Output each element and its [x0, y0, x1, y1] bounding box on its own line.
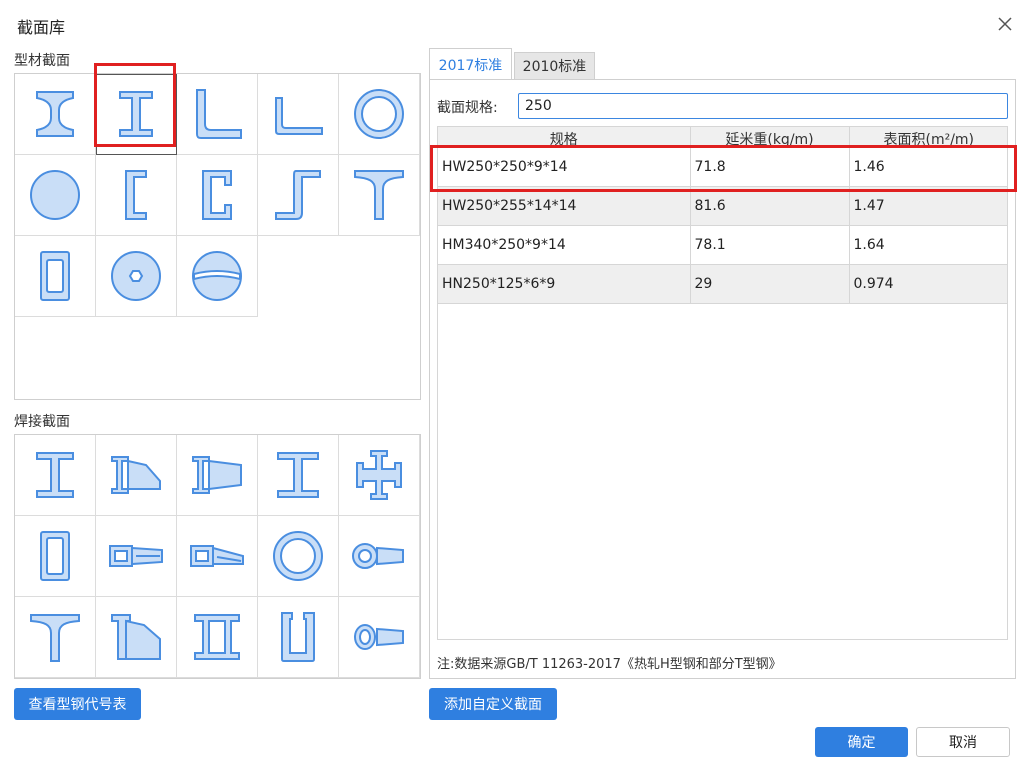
selection-highlight — [94, 63, 176, 147]
cell-weight: 29 — [690, 264, 850, 304]
close-icon[interactable] — [994, 13, 1016, 35]
row-highlight — [430, 145, 1017, 192]
spec-filter-label: 截面规格: — [437, 100, 498, 116]
angle-equal-icon[interactable] — [177, 74, 258, 155]
cell-spec: HN250*125*6*9 — [438, 264, 691, 304]
pipe-taper-icon[interactable] — [339, 516, 420, 597]
welded-box-icon[interactable] — [15, 516, 96, 597]
tab-2017-standard[interactable]: 2017标准 — [429, 48, 512, 80]
cell-spec: HM340*250*9*14 — [438, 225, 691, 265]
round-bar-icon[interactable] — [15, 155, 96, 236]
welded-i-icon[interactable] — [15, 435, 96, 516]
cell-area: 0.974 — [849, 264, 1007, 304]
ellipse-taper-icon[interactable] — [339, 597, 420, 678]
cell-weight: 78.1 — [690, 225, 850, 265]
add-custom-section-button[interactable]: 添加自定义截面 — [429, 688, 557, 720]
welded-i-taper-icon[interactable] — [96, 435, 177, 516]
cell-weight: 81.6 — [690, 186, 850, 226]
rolled-section-label: 型材截面 — [14, 53, 70, 69]
cell-spec: HW250*255*14*14 — [438, 186, 691, 226]
dialog-title: 截面库 — [17, 18, 66, 37]
hex-bar-icon[interactable] — [96, 236, 177, 317]
cancel-button[interactable]: 取消 — [916, 727, 1010, 757]
angle-unequal-icon[interactable] — [258, 74, 339, 155]
rolled-section-grid — [14, 73, 421, 400]
data-source-note: 注:数据来源GB/T 11263-2017《热轧H型钢和部分T型钢》 — [437, 657, 782, 672]
split-circle-icon[interactable] — [177, 236, 258, 317]
view-section-codes-button[interactable]: 查看型钢代号表 — [14, 688, 141, 720]
welded-i-short-icon[interactable] — [258, 435, 339, 516]
tab-2010-standard[interactable]: 2010标准 — [514, 52, 595, 80]
welded-cross-icon[interactable] — [339, 435, 420, 516]
box-taper-icon[interactable] — [96, 516, 177, 597]
box-taper-2-icon[interactable] — [177, 516, 258, 597]
welded-section-label: 焊接截面 — [14, 414, 70, 430]
z-section-icon[interactable] — [258, 155, 339, 236]
spec-filter-input[interactable] — [518, 93, 1008, 119]
table-row[interactable]: HM340*250*9*14 78.1 1.64 — [438, 225, 1007, 265]
welded-i-taper-both-icon[interactable] — [177, 435, 258, 516]
spec-table-container: 规格 延米重(kg/m) 表面积(m²/m) HW250*250*9*14 71… — [437, 126, 1008, 640]
wide-flange-i-icon[interactable] — [15, 74, 96, 155]
welded-t-icon[interactable] — [15, 597, 96, 678]
welded-t-taper-icon[interactable] — [96, 597, 177, 678]
t-section-icon[interactable] — [339, 155, 420, 236]
channel-lipped-icon[interactable] — [96, 155, 177, 236]
cell-area: 1.47 — [849, 186, 1007, 226]
welded-pipe-icon[interactable] — [258, 516, 339, 597]
cell-area: 1.64 — [849, 225, 1007, 265]
u-section-icon[interactable] — [258, 597, 339, 678]
double-i-icon[interactable] — [177, 597, 258, 678]
table-row[interactable]: HW250*255*14*14 81.6 1.47 — [438, 186, 1007, 226]
ok-button[interactable]: 确定 — [815, 727, 908, 757]
rect-tube-icon[interactable] — [15, 236, 96, 317]
welded-section-grid — [14, 434, 421, 679]
channel-icon[interactable] — [177, 155, 258, 236]
table-row[interactable]: HN250*125*6*9 29 0.974 — [438, 264, 1007, 304]
pipe-icon[interactable] — [339, 74, 420, 155]
